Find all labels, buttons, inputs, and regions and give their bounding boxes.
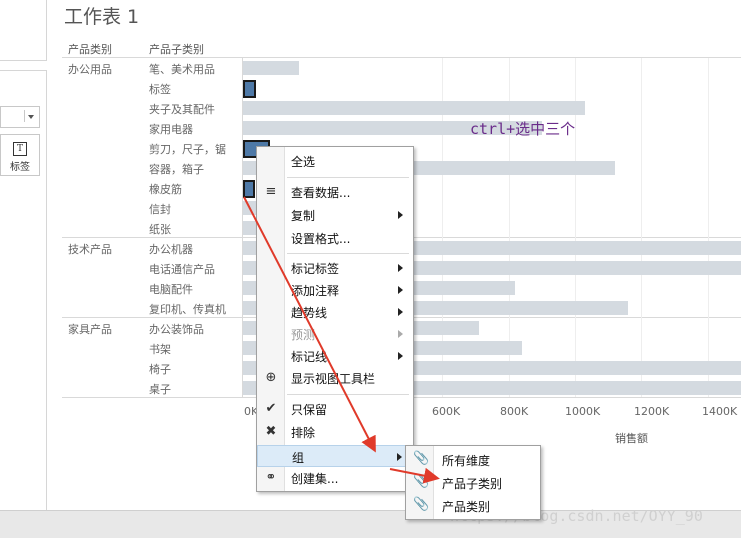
arrow-to-group (243, 196, 376, 453)
arrow-to-subcategory (389, 467, 440, 484)
annotation-arrows (243, 196, 440, 484)
